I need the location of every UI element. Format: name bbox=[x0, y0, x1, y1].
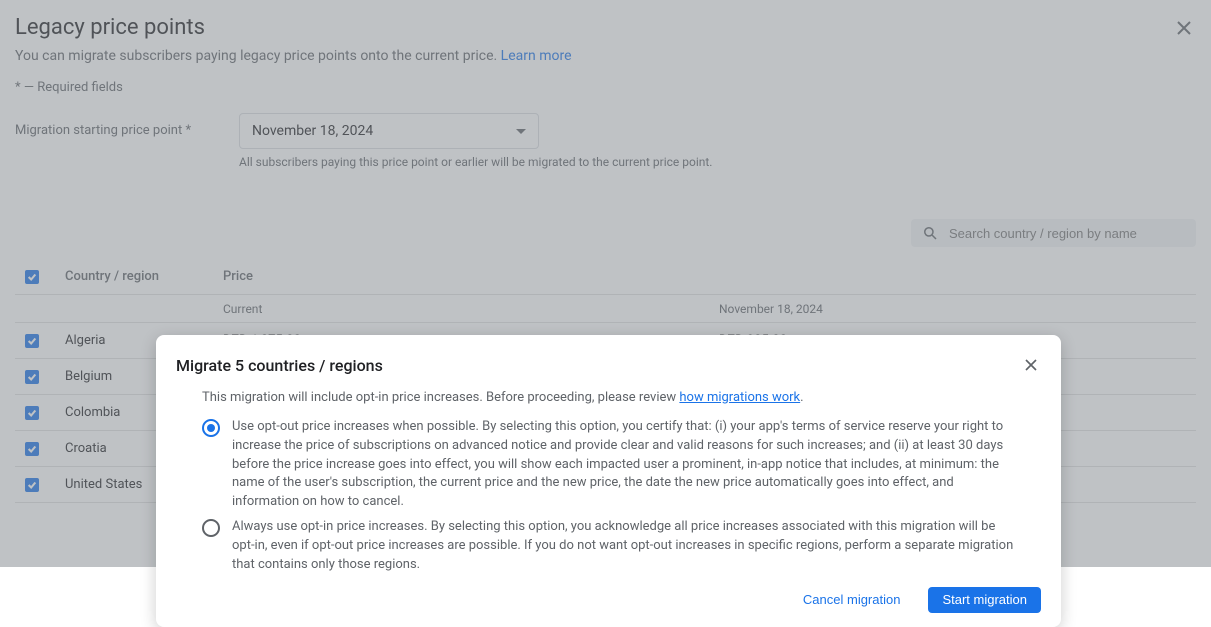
migrate-modal: Migrate 5 countries / regions This migra… bbox=[156, 335, 1061, 627]
cancel-migration-button[interactable]: Cancel migration bbox=[789, 587, 915, 613]
modal-intro-tail: . bbox=[800, 390, 803, 405]
modal-intro-text: This migration will include opt-in price… bbox=[202, 390, 679, 405]
modal-intro: This migration will include opt-in price… bbox=[202, 389, 1015, 408]
opt-in-label: Always use opt-in price increases. By se… bbox=[232, 518, 1015, 575]
opt-out-label: Use opt-out price increases when possibl… bbox=[232, 418, 1015, 512]
how-migrations-work-link[interactable]: how migrations work bbox=[679, 390, 800, 405]
modal-close-icon[interactable] bbox=[1021, 355, 1041, 375]
modal-title: Migrate 5 countries / regions bbox=[176, 356, 383, 375]
start-migration-button[interactable]: Start migration bbox=[928, 587, 1041, 613]
opt-in-radio[interactable] bbox=[202, 519, 220, 537]
opt-out-radio[interactable] bbox=[202, 419, 220, 437]
